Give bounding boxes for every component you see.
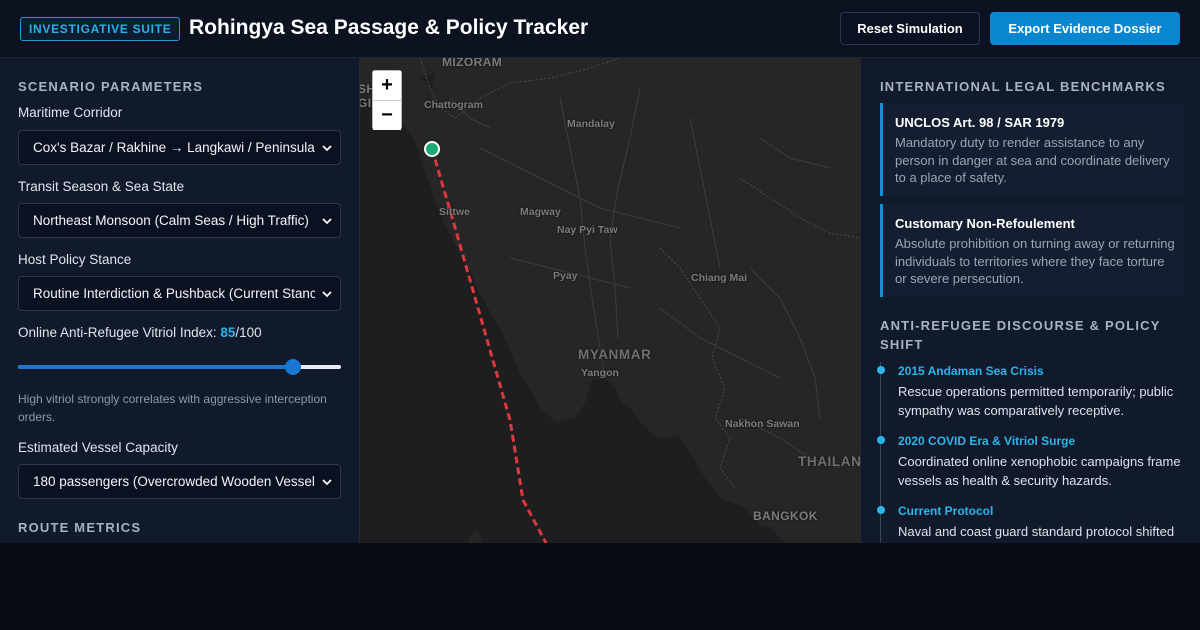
export-dossier-button[interactable]: Export Evidence Dossier xyxy=(990,12,1180,45)
timeline-body: Naval and coast guard standard protocol … xyxy=(898,524,1175,539)
legal-card-title: Customary Non-Refoulement xyxy=(895,216,1075,231)
vitriol-max: /100 xyxy=(235,325,262,340)
timeline-title: 2015 Andaman Sea Crisis xyxy=(898,364,1044,378)
zoom-in-button[interactable]: + xyxy=(373,71,401,100)
route-metrics-title: ROUTE METRICS xyxy=(18,520,142,535)
reset-simulation-button[interactable]: Reset Simulation xyxy=(840,12,980,45)
place-myanmar: MYANMAR xyxy=(578,347,652,362)
chevron-down-icon xyxy=(322,145,332,152)
zoom-control: + − xyxy=(372,70,402,130)
legal-card: Customary Non-Refoulement Absolute prohi… xyxy=(880,204,1183,297)
place-mandalay: Mandalay xyxy=(567,118,615,130)
capacity-select-value: 180 passengers (Overcrowded Wooden Vesse… xyxy=(33,474,315,489)
vitriol-slider-fill xyxy=(18,365,293,369)
policy-select-value: Routine Interdiction & Pushback (Current… xyxy=(33,286,315,301)
timeline-title: Current Protocol xyxy=(898,504,994,518)
timeline-title: 2020 COVID Era & Vitriol Surge xyxy=(898,434,1076,448)
season-label: Transit Season & Sea State xyxy=(18,179,185,194)
legal-card-title: UNCLOS Art. 98 / SAR 1979 xyxy=(895,115,1065,130)
suite-badge: INVESTIGATIVE SUITE xyxy=(20,17,181,41)
legal-panel: INTERNATIONAL LEGAL BENCHMARKS UNCLOS Ar… xyxy=(860,58,1200,543)
timeline-dot xyxy=(877,506,885,514)
place-yangon: Yangon xyxy=(581,367,619,379)
place-nakhonsawan: Nakhon Sawan xyxy=(725,418,800,430)
timeline-line xyxy=(880,362,881,543)
corridor-select[interactable]: Cox's Bazar / Rakhine → Langkawi / Penin… xyxy=(18,130,341,165)
policy-select[interactable]: Routine Interdiction & Pushback (Current… xyxy=(18,276,341,311)
place-thailand: THAILAN xyxy=(798,454,860,469)
corridor-select-value: Cox's Bazar / Rakhine → Langkawi / Penin… xyxy=(33,140,315,155)
corridor-label: Maritime Corridor xyxy=(18,105,123,120)
place-bangkok: BANGKOK xyxy=(753,509,818,523)
timeline-body: Coordinated online xenophobic campaigns … xyxy=(898,454,1181,488)
place-sittwe: Sittwe xyxy=(439,206,470,218)
capacity-label: Estimated Vessel Capacity xyxy=(18,440,178,455)
vitriol-slider[interactable] xyxy=(18,359,341,375)
app-header: INVESTIGATIVE SUITE Rohingya Sea Passage… xyxy=(0,0,1200,58)
place-chiangmai: Chiang Mai xyxy=(691,272,748,284)
legal-card-body: Mandatory duty to render assistance to a… xyxy=(895,135,1170,185)
legal-card-body: Absolute prohibition on turning away or … xyxy=(895,236,1175,286)
legal-section-title: INTERNATIONAL LEGAL BENCHMARKS xyxy=(880,79,1166,94)
page-title: Rohingya Sea Passage & Policy Tracker xyxy=(189,16,589,39)
discourse-section-title: ANTI-REFUGEE DISCOURSE & POLICY SHIFT xyxy=(880,318,1161,352)
chevron-down-icon xyxy=(322,479,332,486)
vitriol-hint: High vitriol strongly correlates with ag… xyxy=(18,392,327,424)
capacity-select[interactable]: 180 passengers (Overcrowded Wooden Vesse… xyxy=(18,464,341,499)
vitriol-label: Online Anti-Refugee Vitriol Index: 85/10… xyxy=(18,325,262,340)
vitriol-value: 85 xyxy=(220,325,236,340)
map-canvas xyxy=(360,58,860,543)
zoom-out-button[interactable]: − xyxy=(373,101,401,130)
timeline-body: Rescue operations permitted temporarily;… xyxy=(898,384,1174,418)
vitriol-label-text: Online Anti-Refugee Vitriol Index: xyxy=(18,325,221,340)
place-chattogram: Chattogram xyxy=(424,99,483,111)
chevron-down-icon xyxy=(322,218,332,225)
route-map[interactable]: MIZORAM SH GIO Chattogram Mandalay Sittwe… xyxy=(360,58,860,543)
timeline-dot xyxy=(877,366,885,374)
timeline-dot xyxy=(877,436,885,444)
place-magway: Magway xyxy=(520,206,561,218)
policy-label: Host Policy Stance xyxy=(18,252,132,267)
place-pyay: Pyay xyxy=(553,270,578,282)
legal-card: UNCLOS Art. 98 / SAR 1979 Mandatory duty… xyxy=(880,103,1183,196)
season-select-value: Northeast Monsoon (Calm Seas / High Traf… xyxy=(33,213,309,228)
scenario-section-title: SCENARIO PARAMETERS xyxy=(18,79,204,94)
chevron-down-icon xyxy=(322,291,332,298)
season-select[interactable]: Northeast Monsoon (Calm Seas / High Traf… xyxy=(18,203,341,238)
place-naypyitaw: Nay Pyi Taw xyxy=(557,224,618,236)
origin-marker[interactable] xyxy=(424,141,440,157)
scenario-panel: SCENARIO PARAMETERS Maritime Corridor Co… xyxy=(0,58,360,543)
place-mizoram: MIZORAM xyxy=(442,58,503,69)
vitriol-slider-thumb[interactable] xyxy=(284,359,301,375)
